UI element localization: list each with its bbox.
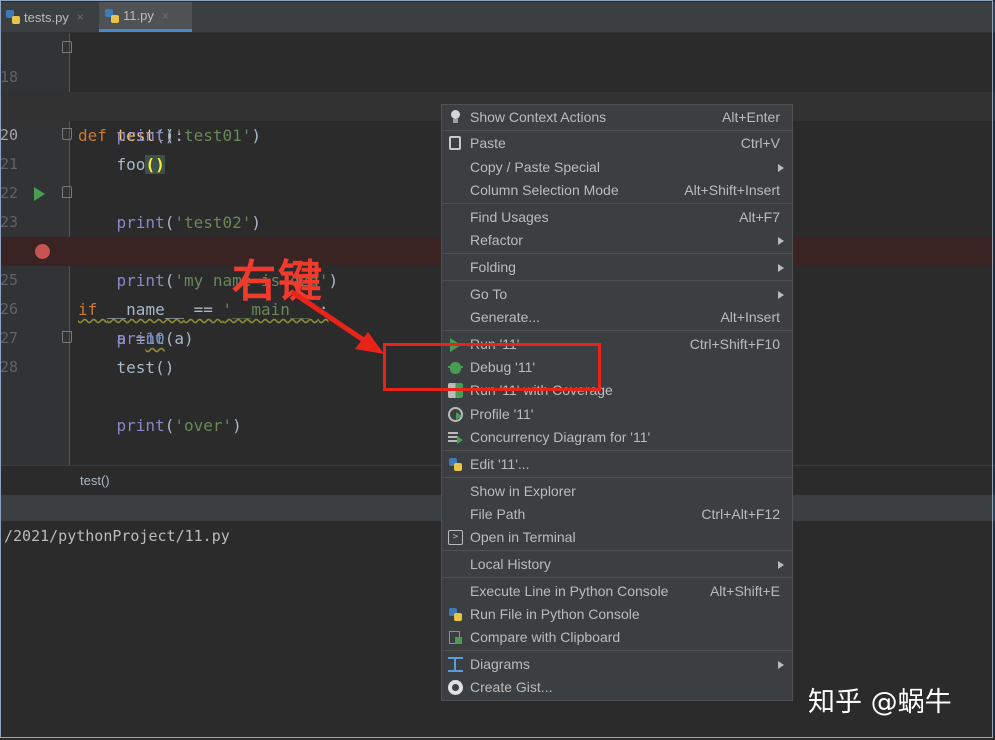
annotation-highlight-box bbox=[383, 343, 601, 391]
watermark: 知乎 @蜗牛 bbox=[808, 687, 952, 718]
